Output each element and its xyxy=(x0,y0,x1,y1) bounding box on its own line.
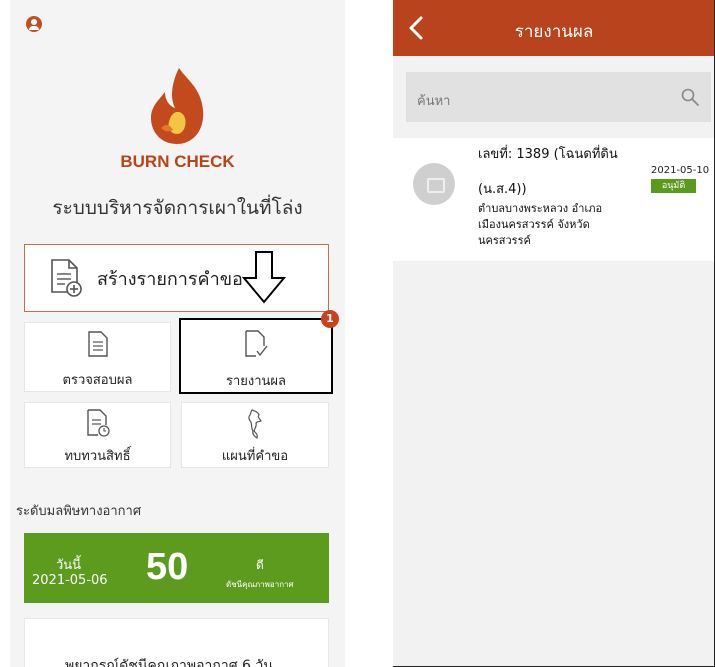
home-screen: BURN CHECK ระบบบริหารจัดการเผาในที่โล่ง … xyxy=(10,0,345,667)
app-subtitle: ระบบบริหารจัดการเผาในที่โล่ง xyxy=(52,197,303,219)
forecast-card[interactable]: พยากรณ์ดัชนีคุณภาพอากาศ 6 วัน xyxy=(24,618,329,667)
user-profile-icon[interactable] xyxy=(26,16,42,32)
item-address: นครสวรรค์ xyxy=(478,234,531,247)
aqi-level: ดี xyxy=(256,558,264,572)
document-add-icon xyxy=(51,259,82,297)
status-badge: อนุมัติ xyxy=(651,179,696,193)
menu-tile-label: ทบทวนสิทธิ์ xyxy=(64,449,131,464)
today-label: วันนี้ xyxy=(56,558,82,573)
menu-tile-label: ตรวจสอบผล xyxy=(62,373,133,388)
forecast-label: พยากรณ์ดัชนีคุณภาพอากาศ 6 วัน xyxy=(65,658,273,667)
burn-check-logo xyxy=(151,68,204,144)
menu-tile-report-results[interactable]: รายงานผล 1 xyxy=(179,310,339,394)
document-icon xyxy=(87,331,108,357)
search-input[interactable] xyxy=(406,72,711,122)
air-quality-heading: ระดับมลพิษทางอากาศ xyxy=(16,504,142,519)
document-clock-icon xyxy=(86,409,110,437)
search-placeholder: ค้นหา xyxy=(417,94,451,109)
thailand-map-icon xyxy=(248,409,262,439)
menu-tile-check-results[interactable]: ตรวจสอบผล xyxy=(24,322,171,392)
brand-title: BURN CHECK xyxy=(120,152,235,171)
menu-tile-label: รายงานผล xyxy=(225,374,287,389)
notification-badge: 1 xyxy=(321,310,339,328)
image-placeholder-icon xyxy=(413,163,455,205)
empty-list-area xyxy=(393,262,714,666)
item-title-cont: (น.ส.4)) xyxy=(478,182,527,197)
air-quality-date: 2021-05-06 xyxy=(32,573,108,588)
document-check-icon xyxy=(245,330,268,357)
app-header: รายงานผล xyxy=(393,0,714,56)
pointer-arrow-icon xyxy=(242,251,286,304)
item-title: เลขที่: 1389 (โฉนดที่ดิน xyxy=(478,147,618,162)
aqi-index-label: ดัชนีคุณภาพอากาศ xyxy=(226,580,294,589)
report-results-screen: รายงานผล ค้นหา เลขที่: 1389 (โฉนดที่ดิน … xyxy=(393,0,715,667)
menu-tile-request-map[interactable]: แผนที่คำขอ xyxy=(181,402,329,468)
menu-tile-label: แผนที่คำขอ xyxy=(221,449,289,464)
search-icon[interactable] xyxy=(681,88,699,106)
item-date: 2021-05-10 xyxy=(651,165,710,176)
aqi-value: 50 xyxy=(146,546,189,588)
menu-tile-review-rights[interactable]: ทบทวนสิทธิ์ xyxy=(24,402,171,468)
create-request-label: สร้างรายการคำขอ xyxy=(97,268,243,290)
page-title: รายงานผล xyxy=(514,22,594,42)
